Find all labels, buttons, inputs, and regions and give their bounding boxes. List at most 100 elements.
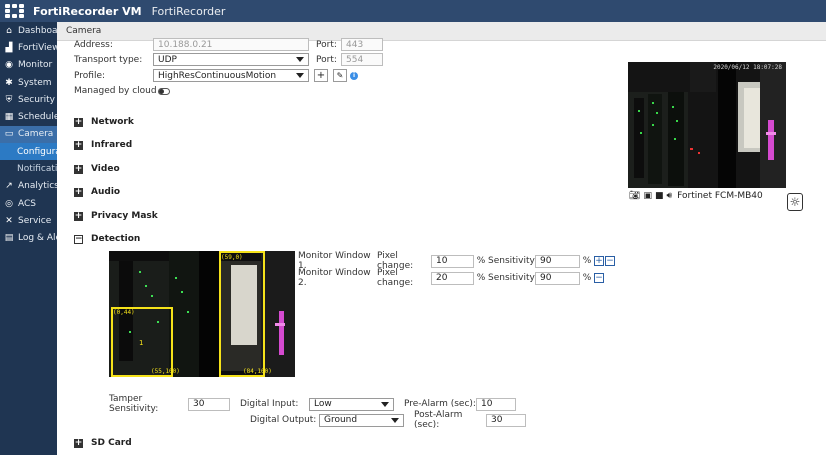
speaker-icon[interactable]: 🔊︎ bbox=[666, 191, 672, 201]
section-infrared-label: Infrared bbox=[91, 140, 133, 150]
chevron-down-icon bbox=[296, 57, 304, 62]
monitor-icon: ◉ bbox=[5, 60, 13, 71]
sidebar: ⌂ Dashboard ▟ FortiView ◉ Monitor ✱ System ⛨ Secu… bbox=[0, 22, 57, 455]
mw1-pixel-pct: % bbox=[476, 256, 486, 266]
section-network-label: Network bbox=[91, 117, 134, 127]
mw1-sens-label: Sensitivity: bbox=[488, 256, 538, 266]
section-network[interactable]: + Network bbox=[74, 117, 134, 127]
gear-icon: ✱ bbox=[5, 77, 13, 88]
shield-icon: ⛨ bbox=[5, 94, 13, 105]
mw2-sens-pct: % bbox=[582, 273, 592, 283]
mw2-sens-input[interactable]: 90 bbox=[535, 271, 580, 285]
post-alarm-input[interactable]: 30 bbox=[486, 413, 526, 427]
transport-value: UDP bbox=[158, 54, 177, 65]
sidebar-item-monitor[interactable]: ◉ Monitor bbox=[0, 57, 57, 74]
snapshot-icon[interactable]: 📷︎ bbox=[629, 191, 640, 201]
profile-label: Profile: bbox=[74, 70, 106, 81]
expand-icon: + bbox=[74, 186, 83, 197]
address-input[interactable]: 10.188.0.21 bbox=[153, 38, 309, 51]
port-label: Port: bbox=[316, 39, 337, 50]
section-privacy-mask[interactable]: + Privacy Mask bbox=[74, 211, 158, 221]
add-window-icon[interactable]: + bbox=[594, 256, 604, 266]
port-label-2: Port: bbox=[316, 54, 337, 65]
detection-preview: (0,44) 1 (55,100) (59,0) (84,100) bbox=[109, 251, 295, 377]
section-audio[interactable]: + Audio bbox=[74, 187, 120, 197]
collapse-icon: − bbox=[74, 233, 83, 244]
section-video-label: Video bbox=[91, 164, 120, 174]
sidebar-item-log-alerts[interactable]: ▤ Log & Alerts bbox=[0, 230, 57, 247]
pre-alarm-input[interactable]: 10 bbox=[476, 397, 516, 411]
section-infrared[interactable]: + Infrared bbox=[74, 140, 132, 150]
chevron-down-icon bbox=[391, 417, 399, 423]
window1-id: 1 bbox=[139, 339, 144, 347]
managed-row: Managed by cloud bbox=[74, 86, 170, 96]
mw1-sens-pct: % bbox=[582, 256, 592, 266]
camera-preview: 2020/06/12 18:07:28 bbox=[628, 62, 786, 188]
sidebar-item-label: Log & Alerts bbox=[18, 233, 57, 244]
sidebar-item-label: Dashboard bbox=[18, 25, 57, 36]
remove-window-2-icon[interactable]: − bbox=[594, 273, 604, 283]
sidebar-item-schedule[interactable]: ▦ Schedule bbox=[0, 108, 57, 125]
sidebar-item-label: Schedule bbox=[18, 112, 57, 123]
sidebar-item-service[interactable]: ✕ Service bbox=[0, 212, 57, 229]
post-alarm-label: Post-Alarm (sec): bbox=[414, 410, 463, 430]
wrench-icon: ✕ bbox=[5, 215, 13, 226]
sidebar-item-analytics[interactable]: ↗ Analytics bbox=[0, 178, 57, 195]
remove-window-1-icon[interactable]: − bbox=[605, 256, 615, 266]
port-input-2[interactable]: 554 bbox=[341, 53, 383, 66]
log-icon: ▤ bbox=[4, 233, 14, 244]
edit-icon: ✎ bbox=[336, 71, 344, 80]
sidebar-item-acs[interactable]: ◎ ACS bbox=[0, 195, 57, 212]
mw2-sens-label: Sensitivity: bbox=[488, 273, 538, 283]
port-input-1[interactable]: 443 bbox=[341, 38, 383, 51]
sidebar-item-security[interactable]: ⛨ Security bbox=[0, 91, 57, 108]
tamper-input[interactable]: 30 bbox=[188, 397, 230, 411]
section-sd-card-label: SD Card bbox=[91, 438, 132, 448]
add-profile-button[interactable]: + bbox=[314, 69, 328, 82]
monitor-window-2-row: Monitor Window 2. Pixel change: 20 % Sen… bbox=[298, 268, 604, 288]
monitor-window-2-box[interactable] bbox=[219, 251, 265, 377]
sidebar-item-system[interactable]: ✱ System bbox=[0, 74, 57, 91]
edit-profile-button[interactable]: ✎ bbox=[333, 69, 347, 82]
sidebar-item-notifications[interactable]: Notifications bbox=[0, 160, 57, 177]
mw2-label: Monitor Window 2. bbox=[298, 268, 371, 288]
video-icon[interactable]: ■ bbox=[655, 191, 664, 201]
camera-preview-image bbox=[628, 62, 786, 188]
mw1-pixel-input[interactable]: 10 bbox=[431, 254, 474, 268]
profile-value: HighResContinuousMotion bbox=[158, 70, 277, 81]
info-icon[interactable]: i bbox=[350, 71, 358, 80]
preview-timestamp: 2020/06/12 18:07:28 bbox=[713, 64, 782, 71]
section-privacy-mask-label: Privacy Mask bbox=[91, 211, 158, 221]
brightness-button[interactable]: ☼ bbox=[787, 193, 803, 211]
chart-icon: ▟ bbox=[5, 42, 13, 53]
digital-output-select[interactable]: Ground bbox=[319, 413, 404, 427]
sidebar-item-label: Service bbox=[18, 215, 52, 226]
sidebar-item-label: System bbox=[18, 77, 52, 88]
expand-icon: + bbox=[74, 116, 83, 127]
mw2-pixel-input[interactable]: 20 bbox=[431, 271, 474, 285]
top-bar: FortiRecorder VM FortiRecorder bbox=[0, 0, 826, 22]
digital-input-select[interactable]: Low bbox=[309, 397, 394, 411]
sidebar-item-dashboard[interactable]: ⌂ Dashboard bbox=[0, 22, 57, 39]
section-detection[interactable]: − Detection bbox=[74, 234, 140, 244]
profile-row: Profile: HighResContinuousMotion + ✎ i bbox=[74, 69, 358, 82]
window2-start-coords: (59,0) bbox=[221, 254, 243, 261]
digital-input-value: Low bbox=[314, 399, 332, 409]
acs-icon: ◎ bbox=[5, 198, 13, 209]
sidebar-item-camera[interactable]: ▭ Camera bbox=[0, 125, 57, 144]
analytics-icon: ↗ bbox=[5, 181, 13, 192]
transport-select[interactable]: UDP bbox=[153, 53, 309, 66]
mw1-sens-input[interactable]: 90 bbox=[535, 254, 580, 268]
profile-select[interactable]: HighResContinuousMotion bbox=[153, 69, 309, 82]
window2-end-coords: (84,100) bbox=[243, 368, 272, 375]
managed-toggle[interactable] bbox=[158, 87, 170, 95]
sidebar-item-configuration[interactable]: Configuration bbox=[0, 143, 57, 161]
transport-label: Transport type: bbox=[74, 54, 143, 65]
section-sd-card[interactable]: + SD Card bbox=[74, 438, 132, 448]
sidebar-item-fortiview[interactable]: ▟ FortiView bbox=[0, 39, 57, 56]
camera-name: Fortinet FCM-MB40 bbox=[677, 191, 763, 201]
mw2-pixel-pct: % bbox=[476, 273, 486, 283]
chat-icon[interactable]: ▣ bbox=[643, 191, 652, 201]
section-video[interactable]: + Video bbox=[74, 164, 120, 174]
expand-icon: + bbox=[74, 437, 83, 448]
